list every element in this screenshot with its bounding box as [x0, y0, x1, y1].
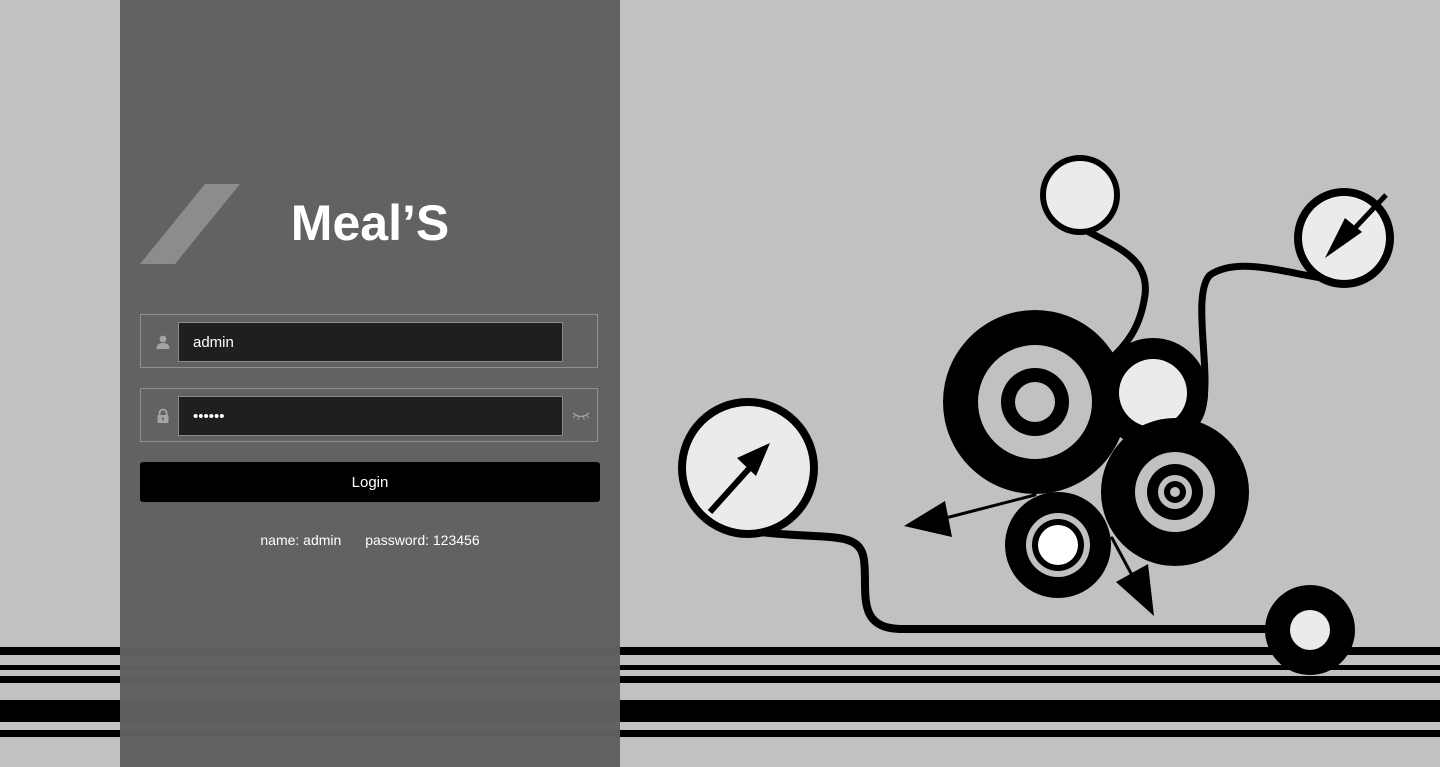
username-input[interactable]: [178, 322, 563, 362]
lock-icon: [157, 408, 169, 423]
credentials-hint: name: admin password: 123456: [120, 532, 620, 548]
logo-slash-icon: [140, 184, 240, 264]
hint-password: password: 123456: [365, 532, 480, 548]
login-panel: Meal’S Login name: admin password: 12345…: [120, 0, 620, 767]
decorative-gears-illustration: [678, 155, 1394, 675]
hint-name: name: admin: [260, 532, 342, 548]
login-button[interactable]: Login: [140, 462, 600, 502]
app-title: Meal’S: [290, 195, 450, 251]
password-input[interactable]: [178, 396, 563, 436]
eye-closed-icon[interactable]: [572, 409, 590, 421]
username-field: [140, 314, 598, 368]
user-icon: [156, 335, 170, 349]
password-field: [140, 388, 598, 442]
